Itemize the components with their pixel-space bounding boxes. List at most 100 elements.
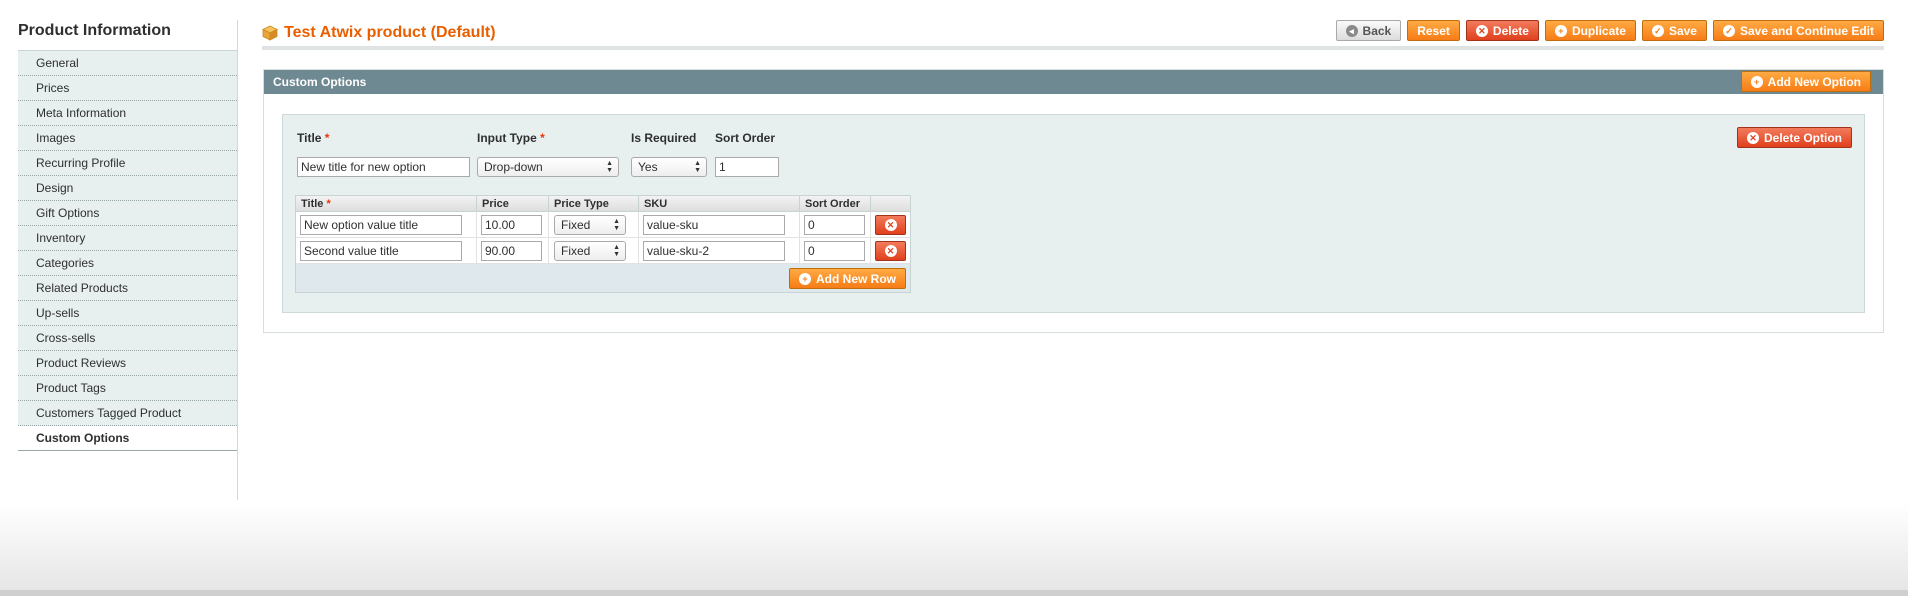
sidebar-item-categories[interactable]: Categories [18,251,237,276]
cell-title: New option value title [296,212,477,237]
cell-title: Second value title [296,238,477,263]
input-type-select[interactable]: Drop-down ▲ ▼ [477,157,619,177]
value-sort-order-input[interactable]: 0 [804,241,865,261]
sidebar-item-related-products[interactable]: Related Products [18,276,237,301]
sidebar-item-product-reviews[interactable]: Product Reviews [18,351,237,376]
sidebar-item-product-tags[interactable]: Product Tags [18,376,237,401]
cell-price: 90.00 [477,238,549,263]
page-title: Test Atwix product (Default) [262,24,496,42]
select-arrows-icon: ▲ ▼ [613,218,620,232]
sidebar-item-gift-options[interactable]: Gift Options [18,201,237,226]
price-type-select[interactable]: Fixed ▲ ▼ [554,215,626,235]
sidebar-item-meta-information[interactable]: Meta Information [18,101,237,126]
save-button[interactable]: ✓ Save [1641,20,1707,41]
custom-options-section: Custom Options + Add New Option Title * … [263,69,1884,333]
product-box-icon [262,25,278,41]
is-required-select[interactable]: Yes ▲ ▼ [631,157,707,177]
select-arrows-icon: ▲ ▼ [694,160,701,174]
section-title: Custom Options [273,75,367,89]
value-title-input[interactable]: Second value title [300,241,462,261]
value-sku-input[interactable]: value-sku-2 [643,241,785,261]
is-required-value: Yes [638,160,658,174]
option-title-input[interactable]: New title for new option [297,157,470,177]
select-arrows-icon: ▲ ▼ [613,244,620,258]
table-row: Second value title 90.00 Fixed ▲ ▼ value-… [296,238,910,264]
plus-icon: + [1750,75,1763,88]
sidebar-item-prices[interactable]: Prices [18,76,237,101]
option-title-label-text: Title [297,131,322,145]
column-header-title-text: Title [301,198,324,210]
value-price-input[interactable]: 10.00 [481,215,542,235]
product-info-sidebar: Product Information General Prices Meta … [18,18,238,451]
table-header: Title * Price Price Type SKU Sort Order [296,196,910,212]
add-new-option-button[interactable]: + Add New Option [1740,71,1871,92]
add-new-row-button[interactable]: + Add New Row [789,268,906,289]
value-title-input[interactable]: New option value title [300,215,462,235]
sidebar-item-custom-options[interactable]: Custom Options [18,426,237,451]
cell-actions: ✕ [871,212,910,237]
delete-option-button[interactable]: ✕ Delete Option [1736,127,1852,148]
page-header: Test Atwix product (Default) ◂ Back Rese… [262,18,1884,50]
price-type-value: Fixed [561,218,591,232]
product-title-text: Test Atwix product (Default) [284,24,496,41]
price-type-value: Fixed [561,244,591,258]
option-values-table: Title * Price Price Type SKU Sort Order … [295,195,911,293]
back-arrow-icon: ◂ [1345,24,1358,37]
close-icon: ✕ [884,245,897,257]
sidebar-item-images[interactable]: Images [18,126,237,151]
column-header-price: Price [477,196,549,211]
sidebar-title: Product Information [18,22,171,39]
back-button[interactable]: ◂ Back [1335,20,1402,41]
cell-sku: value-sku-2 [639,238,800,263]
value-price-input[interactable]: 90.00 [481,241,542,261]
page-footer-band [0,504,1908,596]
sidebar-item-cross-sells[interactable]: Cross-sells [18,326,237,351]
cell-sku: value-sku [639,212,800,237]
delete-button[interactable]: ✕ Delete [1465,20,1539,41]
section-header: Custom Options + Add New Option [264,70,1883,94]
column-header-price-type: Price Type [549,196,639,211]
check-icon: ✓ [1722,24,1735,37]
save-and-continue-button[interactable]: ✓ Save and Continue Edit [1712,20,1884,41]
select-arrows-icon: ▲ ▼ [606,160,613,174]
required-marker: * [540,131,545,145]
close-icon: ✕ [884,219,897,231]
sort-order-label: Sort Order [715,131,776,145]
sidebar-item-up-sells[interactable]: Up-sells [18,301,237,326]
duplicate-button[interactable]: + Duplicate [1544,20,1636,41]
value-sku-input[interactable]: value-sku [643,215,785,235]
column-header-actions [871,196,910,211]
sidebar-item-general[interactable]: General [18,51,237,76]
close-icon: ✕ [1475,24,1488,37]
price-type-select[interactable]: Fixed ▲ ▼ [554,241,626,261]
input-type-value: Drop-down [484,160,543,174]
sidebar-item-design[interactable]: Design [18,176,237,201]
reset-button[interactable]: Reset [1407,20,1460,41]
close-icon: ✕ [1746,131,1759,144]
column-header-title: Title * [296,196,477,211]
save-and-continue-label: Save and Continue Edit [1739,23,1874,38]
column-header-sku: SKU [639,196,800,211]
table-footer: + Add New Row [296,264,910,292]
is-required-label: Is Required [631,131,697,145]
duplicate-button-label: Duplicate [1571,23,1626,38]
sidebar-item-customers-tagged-product[interactable]: Customers Tagged Product [18,401,237,426]
sidebar-divider [237,20,238,500]
sidebar-item-recurring-profile[interactable]: Recurring Profile [18,151,237,176]
input-type-label: Input Type * [477,131,545,145]
cell-price: 10.00 [477,212,549,237]
add-new-option-label: Add New Option [1767,74,1861,89]
delete-button-label: Delete [1492,23,1529,38]
delete-row-button[interactable]: ✕ [875,241,906,261]
required-marker: * [324,131,330,145]
option-title-label: Title * [297,131,329,145]
delete-row-button[interactable]: ✕ [875,215,906,235]
sidebar-item-inventory[interactable]: Inventory [18,226,237,251]
sort-order-input[interactable]: 1 [715,157,779,177]
required-marker: * [326,198,331,210]
plus-icon: + [1554,24,1567,37]
value-sort-order-input[interactable]: 0 [804,215,865,235]
delete-option-label: Delete Option [1763,130,1842,145]
save-button-label: Save [1668,23,1697,38]
add-new-row-label: Add New Row [816,271,896,286]
